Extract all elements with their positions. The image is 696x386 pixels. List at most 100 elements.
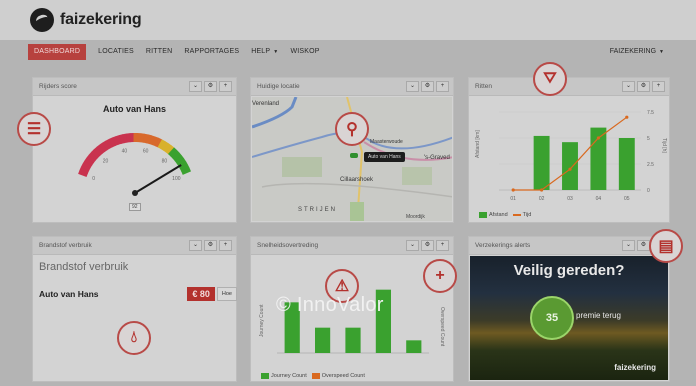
panel-title: Huidige locatie	[257, 83, 300, 90]
brand-logo[interactable]: faizekering	[30, 8, 142, 32]
legend-label: Tijd	[522, 212, 532, 218]
y2-tick-label: 0	[647, 188, 650, 194]
y2-tick-label: 5	[647, 136, 650, 142]
gauge-tick-label: 20	[103, 158, 109, 164]
gauge-segment	[136, 133, 142, 143]
watermark: © InnoValor	[276, 294, 384, 316]
x-tick-label: 03	[567, 196, 573, 202]
fuel-amount: € 80	[187, 287, 215, 301]
map-place-label: Cillaarshoek	[340, 177, 374, 183]
account-name: FAIZEKERING	[609, 48, 657, 55]
bar-journey-count[interactable]	[315, 327, 331, 353]
map-place-label: Verenland	[252, 101, 280, 107]
panel-title: Verzekerings alerts	[475, 242, 531, 249]
point-tijd[interactable]	[511, 188, 515, 192]
brand-name: faizekering	[60, 11, 142, 28]
legend-swatch	[261, 373, 269, 379]
insurance-banner[interactable]: Veilig gereden? 35 premie terug faizeker…	[470, 256, 668, 380]
legend-swatch	[311, 373, 320, 379]
bar-afstand[interactable]	[618, 138, 635, 190]
add-button[interactable]: +	[219, 240, 232, 251]
plus-icon: +	[423, 259, 457, 293]
gauge-segment	[122, 133, 129, 144]
nav-dashboard[interactable]: DASHBOARD	[28, 44, 87, 60]
point-tijd[interactable]	[596, 136, 600, 140]
fuel-drop-icon: 💧︎	[117, 321, 151, 355]
panel-current-location: Huidige locatie ⌄ ⚙ + Verenland Maasterwou…	[250, 77, 454, 223]
y-axis-label: Journey Count	[259, 304, 265, 337]
panel-title: Brandstof verbruik	[39, 242, 92, 249]
premium-badge: 35	[530, 296, 574, 340]
nav-ritten[interactable]: RITTEN	[146, 44, 172, 60]
add-button[interactable]: +	[436, 81, 449, 92]
collapse-button[interactable]: ⌄	[406, 81, 419, 92]
fuel-how-button[interactable]: Hoe	[216, 287, 237, 301]
legend-label: Afstand	[489, 212, 508, 218]
y2-axis-label: Tijd [h]	[661, 138, 667, 153]
logo-icon	[30, 8, 54, 32]
panel-trips: Ritten ⌄ ⚙ + Afstand [km] Tijd [h] 0 2.5 5 7.5 0…	[468, 62, 670, 223]
map-place-label: STRIJEN	[298, 207, 338, 213]
banner-headline: Veilig gereden?	[513, 262, 625, 279]
bar-afstand[interactable]	[533, 135, 550, 190]
collapse-button[interactable]: ⌄	[622, 240, 635, 251]
point-tijd[interactable]	[625, 115, 629, 119]
vehicle-tooltip: Auto van Hans	[364, 152, 405, 162]
fuel-row: Auto van Hans € 80 Hoe	[39, 285, 237, 303]
trips-chart: Afstand [km] Tijd [h] 0 2.5 5 7.5 01 02 03 04 05	[475, 110, 667, 202]
legend-label: Journey Count	[271, 373, 307, 379]
panel-controls: ⌄⚙+	[404, 81, 449, 92]
gauge-tick-label: 60	[143, 148, 149, 154]
fuel-vehicle-name: Auto van Hans	[39, 289, 99, 299]
point-tijd[interactable]	[540, 188, 544, 192]
caret-down-icon: ▼	[659, 49, 664, 55]
premium-text: premie terug	[576, 311, 621, 320]
x-tick-label: 05	[624, 196, 630, 202]
speed-legend: Journey Count Overspeed Count	[261, 373, 365, 379]
collapse-button[interactable]: ⌄	[189, 240, 202, 251]
bar-afstand[interactable]	[562, 142, 578, 190]
road-icon: ⛛	[533, 62, 567, 96]
trips-legend: Afstand Tijd	[479, 212, 531, 218]
vehicle-marker-icon[interactable]	[350, 153, 358, 158]
settings-button[interactable]: ⚙	[204, 240, 217, 251]
ticket-icon: ▤	[649, 229, 683, 263]
x-tick-label: 02	[539, 196, 545, 202]
nav-help[interactable]: HELP ▼	[251, 44, 278, 60]
gauge-tick-label: 100	[172, 176, 181, 182]
main-nav: DASHBOARD LOCATIES RITTEN RAPPORTAGES HE…	[28, 44, 684, 60]
legend-swatch	[479, 212, 487, 218]
gauge-segment	[142, 133, 149, 144]
nav-locaties[interactable]: LOCATIES	[98, 44, 134, 60]
nav-rapportages[interactable]: RAPPORTAGES	[184, 44, 239, 60]
panel-controls: ⌄⚙+	[187, 240, 232, 251]
settings-button[interactable]: ⚙	[421, 81, 434, 92]
top-bar: faizekering	[0, 0, 696, 40]
gauge-value: 92	[129, 203, 141, 211]
y2-axis-label: Overspeed Count	[439, 307, 445, 347]
bar-journey-count[interactable]	[345, 327, 361, 353]
gauge-segment	[126, 133, 132, 143]
panel-driver-score: Rijders score ⌄ ⚙ + Auto van Hans 0 20 40 60 8…	[17, 77, 237, 223]
gauge-hub	[132, 190, 138, 196]
panel-insurance: Verzekerings alerts ⌄⚙+ Veilig gereden? …	[468, 229, 683, 382]
y-axis-label: Afstand [km]	[475, 130, 481, 158]
nav-help-label: HELP	[251, 48, 271, 55]
legend-label: Overspeed Count	[321, 373, 365, 379]
bar-journey-count[interactable]	[406, 340, 422, 353]
map-place-label: Moordijk	[406, 214, 425, 220]
list-icon: ☰	[17, 112, 51, 146]
panel-fuel: Brandstof verbruik ⌄ ⚙ + Brandstof verbrui…	[32, 236, 237, 382]
y2-tick-label: 7.5	[647, 110, 654, 116]
gauge-tick-label: 40	[122, 148, 128, 154]
legend-swatch	[512, 214, 521, 216]
x-tick-label: 04	[596, 196, 602, 202]
gauge-segment	[119, 134, 126, 144]
fuel-heading: Brandstof verbruik	[39, 261, 129, 273]
banner-logo: faizekering	[614, 363, 656, 372]
account-menu[interactable]: FAIZEKERING ▼	[610, 44, 664, 60]
point-tijd[interactable]	[568, 167, 572, 171]
nav-wiskop[interactable]: WISKOP	[290, 44, 319, 60]
gauge-tick-label: 0	[92, 176, 95, 182]
location-pin-icon: ⚲	[335, 112, 369, 146]
